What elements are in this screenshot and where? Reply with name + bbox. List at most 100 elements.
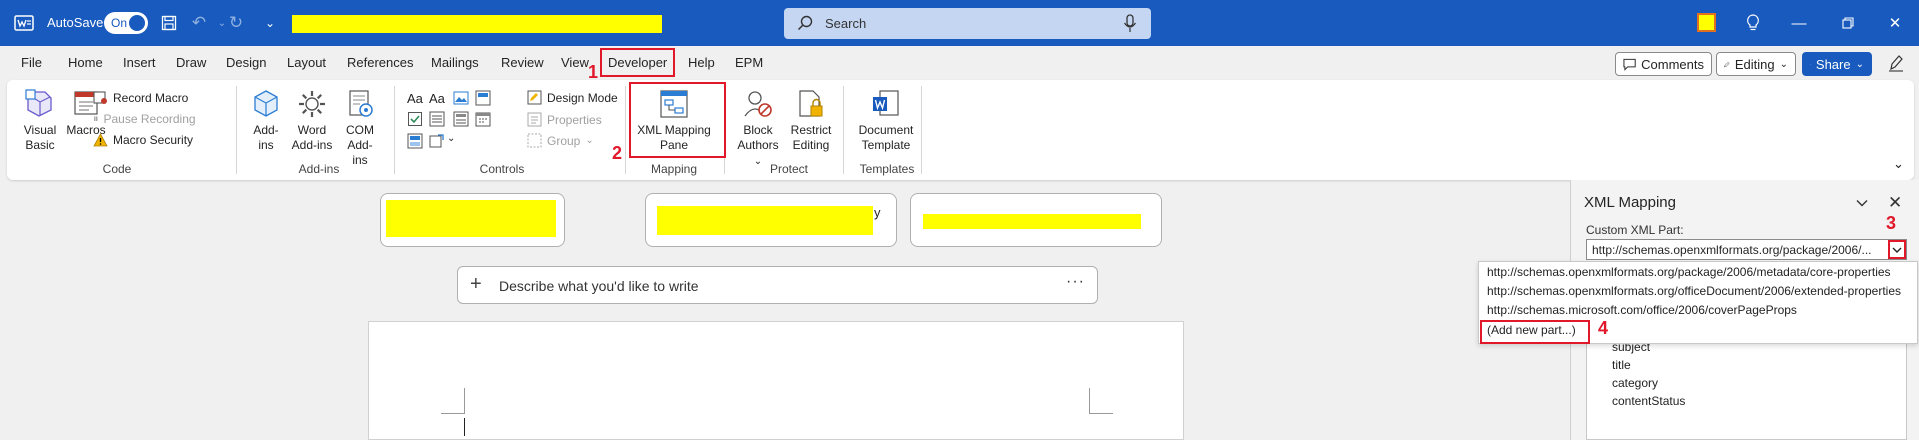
suggestion-card[interactable]: y [645,193,897,247]
pane-close-icon[interactable]: ✕ [1888,193,1902,213]
record-macro-icon [93,91,107,104]
word-app-icon [14,15,34,31]
ribbon-panel: Visual Basic Macros Record Macro ⏸ Pause… [7,80,1914,180]
dropdown-option[interactable]: http://schemas.openxmlformats.org/packag… [1487,265,1891,279]
restrict-editing-button[interactable]: Restrict Editing [787,88,835,153]
tab-review[interactable]: Review [501,55,544,70]
restore-icon[interactable] [1836,12,1860,34]
dropdown-option[interactable]: http://schemas.microsoft.com/office/2006… [1487,303,1797,317]
word-addins-button[interactable]: Word Add-ins [290,88,334,153]
copilot-prompt-box[interactable]: + Describe what you'd like to write ··· [457,266,1098,304]
autosave-state: On [111,16,128,30]
tab-help[interactable]: Help [688,55,715,70]
tab-epm[interactable]: EPM [735,55,763,70]
margin-mark-right [1089,388,1113,414]
visual-basic-button[interactable]: Visual Basic [19,88,61,153]
copilot-prompt-text: Describe what you'd like to write [499,278,699,294]
add-new-part-highlight-box [1480,320,1590,344]
legacy-tools-icon[interactable] [429,133,445,149]
picture-control-icon[interactable] [453,90,469,106]
tab-layout[interactable]: Layout [287,55,326,70]
autosave-toggle[interactable]: On [104,12,148,34]
group-icon [527,133,542,148]
properties-button[interactable]: Properties [527,112,602,127]
customize-toolbar-icon[interactable]: ⌄ [259,12,281,34]
tab-draw[interactable]: Draw [176,55,206,70]
tab-design[interactable]: Design [226,55,266,70]
addins-button[interactable]: Add-ins [247,88,285,153]
checkbox-control-icon[interactable] [407,111,423,127]
editing-label: Editing [1734,56,1775,72]
tree-item[interactable]: title [1612,358,1631,372]
more-options-icon[interactable]: ··· [1066,273,1085,291]
pause-recording-button[interactable]: ⏸ Pause Recording [93,112,196,126]
undo-icon[interactable]: ↶ [188,12,210,34]
minimize-icon[interactable]: — [1787,12,1811,34]
tab-home[interactable]: Home [68,55,103,70]
block-authors-icon [744,91,772,117]
dropdown-list-control-icon[interactable] [453,111,469,127]
com-addins-button[interactable]: COM Add-ins [340,88,380,168]
editing-mode-button[interactable]: Editing ⌄ [1716,52,1796,76]
block-authors-button[interactable]: Block Authors ⌄ [734,88,782,169]
title-bar: AutoSave On ↶ ⌄ ↻ ⌄ Search — ✕ [0,0,1919,46]
custom-xml-part-value: http://schemas.openxmlformats.org/packag… [1592,243,1872,257]
tab-mailings[interactable]: Mailings [431,55,479,70]
account-avatar-redacted[interactable] [1697,13,1716,32]
restrict-editing-label: Restrict Editing [790,123,832,152]
design-mode-button[interactable]: Design Mode [527,90,618,105]
pen-icon[interactable] [1888,54,1904,75]
combo-box-control-icon[interactable] [429,111,445,127]
xml-tree-view [1586,344,1907,440]
plain-text-control-icon[interactable]: Aa [429,91,445,107]
building-block-control-icon[interactable] [475,90,491,106]
suggestion-card[interactable] [380,193,565,247]
chevron-down-icon [1892,247,1902,253]
record-macro-label: Record Macro [113,90,189,105]
plus-icon[interactable]: + [470,274,482,294]
repeating-section-control-icon[interactable] [407,133,423,149]
comments-label: Comments [1641,56,1704,72]
tree-item[interactable]: contentStatus [1612,394,1685,408]
tab-references[interactable]: References [347,55,413,70]
share-button[interactable]: Share ⌄ [1802,52,1872,76]
group-separator [625,86,626,174]
tab-insert[interactable]: Insert [123,55,156,70]
text-cursor [464,418,465,436]
group-separator [843,86,844,174]
pane-options-chevron-icon[interactable] [1855,196,1869,210]
macro-security-label: Macro Security [113,133,194,147]
rich-text-control-icon[interactable]: Aa [407,91,423,107]
redo-icon[interactable]: ↻ [225,12,247,34]
tree-item[interactable]: category [1612,376,1658,390]
group-button[interactable]: Group ⌄ [527,133,594,148]
comments-button[interactable]: Comments [1615,52,1712,76]
chevron-down-icon: ⌄ [585,135,594,146]
date-picker-control-icon[interactable] [475,111,491,127]
record-macro-button[interactable]: Record Macro [93,90,188,105]
annotation-3: 3 [1886,213,1897,233]
suggestion-card[interactable] [910,193,1162,247]
document-page[interactable] [368,321,1184,440]
gear-icon [299,91,325,117]
custom-xml-part-dropdown-button[interactable] [1888,240,1906,259]
warning-icon [93,133,108,147]
macro-security-button[interactable]: Macro Security [93,133,193,147]
com-addins-label: COM Add-ins [346,123,374,167]
collapse-ribbon-icon[interactable]: ⌄ [1893,156,1904,172]
margin-mark-left [441,388,465,414]
save-icon[interactable] [158,12,180,34]
search-box[interactable]: Search [784,8,1151,39]
document-template-button[interactable]: Document Template [855,88,917,153]
chevron-down-icon[interactable]: ⌄ [447,133,455,144]
custom-xml-part-select[interactable]: http://schemas.openxmlformats.org/packag… [1586,239,1907,260]
close-icon[interactable]: ✕ [1883,12,1907,34]
tab-view[interactable]: View [561,55,589,70]
microphone-icon[interactable] [1123,14,1137,33]
redacted-text [923,214,1141,229]
dropdown-option[interactable]: http://schemas.openxmlformats.org/office… [1487,284,1901,298]
mapping-group-label: Mapping [650,162,698,176]
lightbulb-icon[interactable] [1741,12,1765,34]
tab-file[interactable]: File [21,55,42,70]
protect-group-label: Protect [769,162,808,176]
